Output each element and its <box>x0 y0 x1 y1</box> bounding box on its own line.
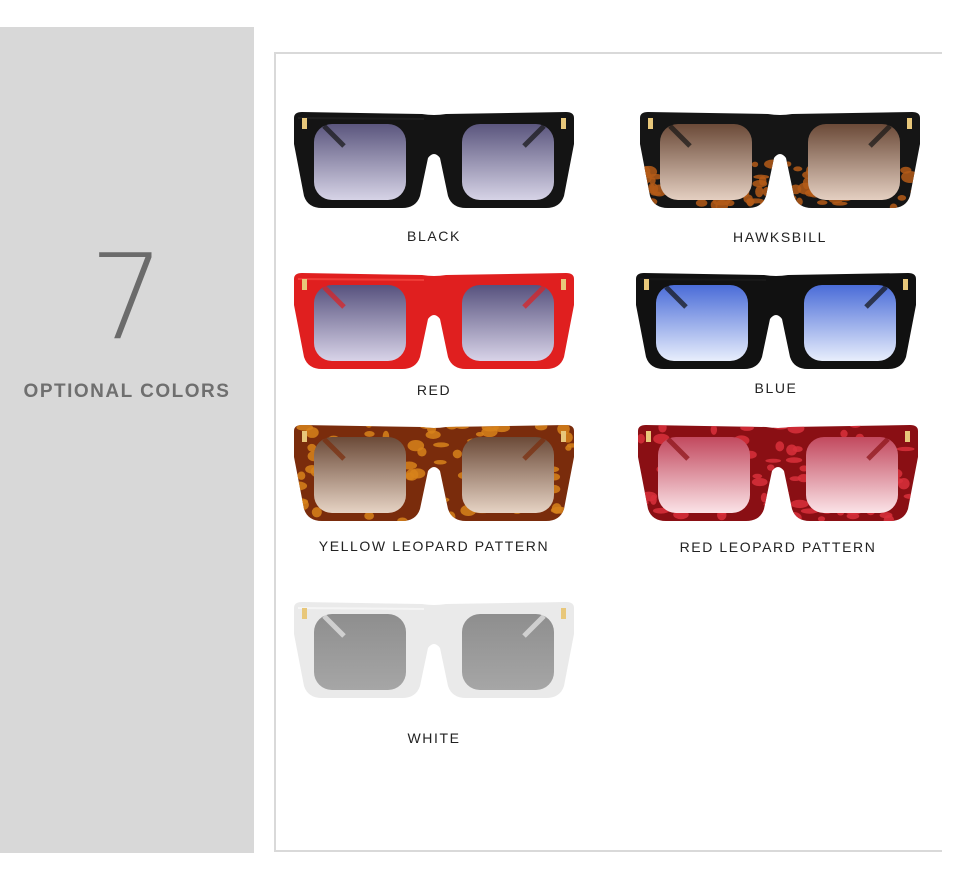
left-lens <box>314 614 406 690</box>
right-lens <box>462 614 554 690</box>
color-label: WHITE <box>407 730 461 746</box>
sunglasses-blue-image <box>636 273 916 369</box>
glasses-option-yellow-leopard[interactable]: YELLOW LEOPARD PATTERN <box>284 417 584 567</box>
right-lens <box>462 285 554 361</box>
glasses-option-hawksbill[interactable]: HAWKSBILL <box>630 104 930 254</box>
rivet-left <box>302 431 307 442</box>
color-label: RED <box>416 382 452 398</box>
right-lens <box>806 437 898 513</box>
glasses-option-blue[interactable]: BLUE <box>626 265 926 415</box>
rivet-right <box>561 279 566 290</box>
sunglasses-red-leopard-image <box>638 425 918 521</box>
rivet-left <box>302 279 307 290</box>
glasses-option-red[interactable]: RED <box>284 265 584 415</box>
glasses-option-black[interactable]: BLACK <box>284 104 584 254</box>
color-label: RED LEOPARD PATTERN <box>679 539 877 555</box>
right-lens <box>804 285 896 361</box>
rivet-right <box>907 118 912 129</box>
left-lens <box>314 437 406 513</box>
sunglasses-black-image <box>294 112 574 208</box>
color-label: BLACK <box>407 228 461 244</box>
side-label: OPTIONAL COLORS <box>23 381 231 402</box>
color-count: 7 <box>89 228 165 366</box>
sunglasses-yellow-leopard-image <box>294 425 574 521</box>
rivet-left <box>302 118 307 129</box>
rivet-left <box>646 431 651 442</box>
left-lens <box>314 285 406 361</box>
sunglasses-red-image <box>294 273 574 369</box>
left-lens <box>314 124 406 200</box>
color-label: YELLOW LEOPARD PATTERN <box>318 538 550 554</box>
left-lens <box>656 285 748 361</box>
rivet-right <box>905 431 910 442</box>
glasses-option-red-leopard[interactable]: RED LEOPARD PATTERN <box>628 417 928 567</box>
rivet-left <box>302 608 307 619</box>
rivet-left <box>644 279 649 290</box>
rivet-right <box>903 279 908 290</box>
glasses-option-white[interactable]: WHITE <box>284 594 584 746</box>
right-lens <box>462 437 554 513</box>
rivet-right <box>561 431 566 442</box>
rivet-right <box>561 118 566 129</box>
side-panel <box>0 27 254 853</box>
sunglasses-hawksbill-image <box>640 112 920 208</box>
right-lens <box>808 124 900 200</box>
left-lens <box>660 124 752 200</box>
sunglasses-white-image <box>294 602 574 698</box>
rivet-left <box>648 118 653 129</box>
rivet-right <box>561 608 566 619</box>
color-label: HAWKSBILL <box>732 229 828 245</box>
left-lens <box>658 437 750 513</box>
right-lens <box>462 124 554 200</box>
color-label: BLUE <box>754 380 798 396</box>
